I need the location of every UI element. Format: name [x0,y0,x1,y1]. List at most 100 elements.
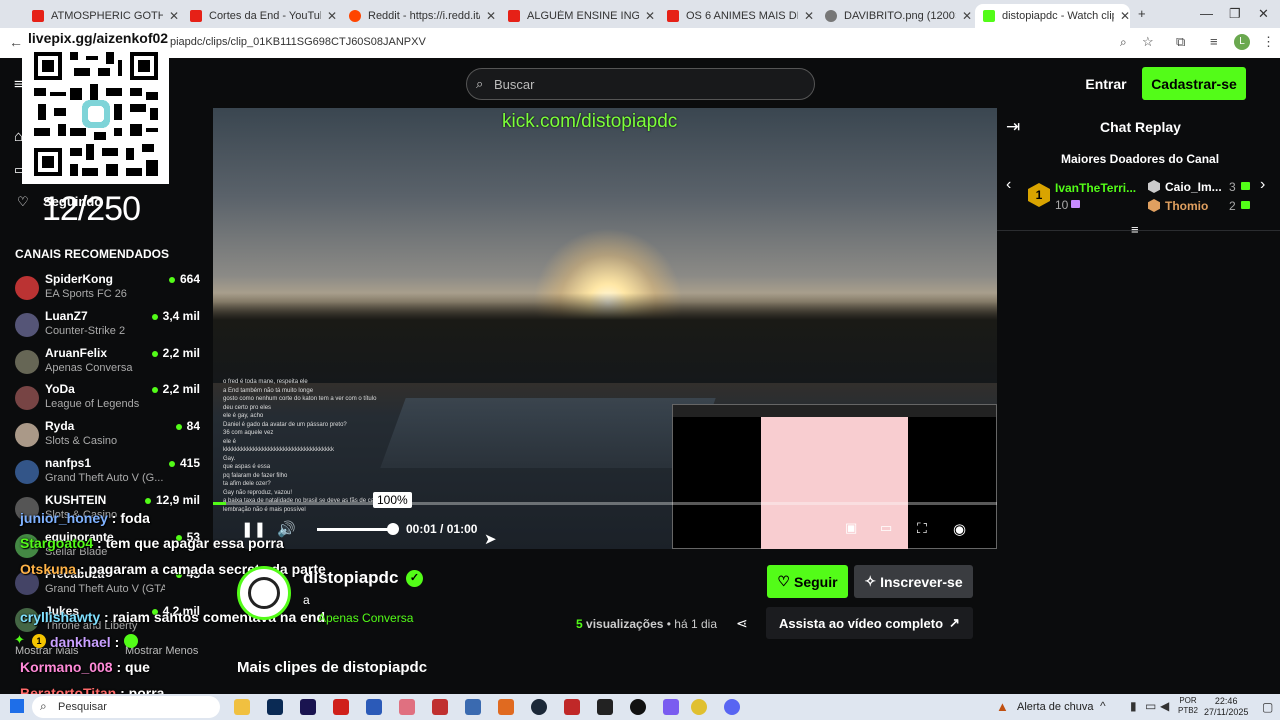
donor-name[interactable]: Caio_Im... [1165,180,1222,194]
media-icon[interactable]: ≡ [1210,34,1218,49]
url-field[interactable]: piapdc/clips/clip_01KB111SG698CTJ60S08JA… [170,36,426,48]
more-clips-heading: Mais clipes de distopiapdc [237,659,428,676]
weather-text[interactable]: Alerta de chuva [1017,701,1093,713]
search-input[interactable]: ⌕ Buscar [466,68,815,100]
channel-name: Ryda [45,419,75,433]
photoshop-icon[interactable] [267,699,283,715]
fullscreen-icon[interactable]: ⛶ [917,520,927,537]
close-icon[interactable]: ✕ [486,9,496,23]
app-icon[interactable] [465,699,481,715]
close-icon[interactable]: ✕ [962,9,972,23]
browser-tab[interactable]: Cortes da End - YouTube ✕ [182,4,337,28]
video-chat-line: ta afim dele ozer? [223,481,271,487]
maximize-icon[interactable]: ❐ [1229,6,1241,22]
speed-icon[interactable]: ◉ [953,520,966,538]
mic-icon[interactable]: ▮ [1130,699,1137,713]
browser-tab-active[interactable]: distopiapdc - Watch clips o✕ [975,4,1130,28]
app-icon[interactable] [498,699,514,715]
file-explorer-icon[interactable] [234,699,250,715]
subscribe-button[interactable]: ✧ Inscrever-se [854,565,973,598]
channel-avatar [15,313,39,337]
tray-chevron-icon[interactable]: ^ [1100,699,1106,713]
close-icon[interactable]: ✕ [327,9,337,23]
channel-item[interactable]: LuanZ7 Counter-Strike 2 3,4 mil [15,308,200,344]
live-dot-icon [175,423,182,430]
app-icon[interactable] [432,699,448,715]
windows-start-icon[interactable] [10,699,24,713]
extensions-icon[interactable]: ⧉ [1176,34,1185,50]
close-icon[interactable]: ✕ [804,9,814,23]
app-icon[interactable] [564,699,580,715]
close-window-icon[interactable]: ✕ [1258,6,1269,22]
volume-slider[interactable] [317,523,399,535]
chat-replay-title: Chat Replay [1100,119,1181,135]
close-icon[interactable]: ✕ [169,9,179,23]
channel-avatar[interactable] [237,566,291,620]
show-less-button[interactable]: Mostrar Menos [125,645,198,657]
close-icon[interactable]: ✕ [645,9,655,23]
network-icon[interactable]: ▭ [1145,699,1156,713]
filter-icon[interactable]: ≡ [1131,222,1139,237]
taskbar-search[interactable]: ⌕ Pesquisar [32,696,220,718]
app-icon[interactable] [630,699,646,715]
zoom-icon[interactable]: ⌕ [1120,35,1127,50]
browser-tab[interactable]: OS 6 ANIMES MAIS DIFERENTE✕ [659,4,814,28]
donor-name[interactable]: Thomio [1165,199,1208,213]
channel-avatar [15,423,39,447]
volume-knob[interactable] [387,523,399,535]
new-tab-icon[interactable]: + [1138,6,1146,21]
video-pool [380,398,716,468]
close-icon[interactable]: ✕ [1120,9,1130,23]
chat-username: Kormano_008 [20,659,113,675]
chevron-left-icon[interactable]: ‹ [1006,176,1011,194]
chevron-right-icon[interactable]: › [1260,176,1265,194]
acrobat-icon[interactable] [333,699,349,715]
clock[interactable]: 22:46 27/11/2025 [1204,696,1248,718]
channel-item[interactable]: YoDa League of Legends 2,2 mil [15,381,200,417]
channel-viewers: 3,4 mil [151,309,200,323]
word-icon[interactable] [366,699,382,715]
follow-button[interactable]: ♡ Seguir [767,565,848,598]
menu-dots-icon[interactable]: ⋮ [1262,34,1275,50]
video-pip-window [672,404,997,549]
channel-name: SpiderKong [45,272,113,286]
back-arrow-icon[interactable]: ← [9,34,23,50]
obs-icon[interactable] [597,699,613,715]
login-button[interactable]: Entrar [1078,68,1134,100]
collapse-chat-icon[interactable]: ⇥ [1006,117,1020,137]
theater-mode-icon[interactable]: ▭ [880,520,892,536]
app-icon[interactable] [663,699,679,715]
browser-tab[interactable]: Reddit - https://i.redd.it/wsnbn✕ [341,4,496,28]
share-icon[interactable]: ⋖ [736,615,748,632]
video-progress-bar[interactable] [213,502,997,505]
qr-link-text: livepix.gg/aizenkof02 [28,30,169,46]
profile-avatar[interactable]: L [1234,34,1250,50]
browser-tab[interactable]: ATMOSPHERIC GOTHIC HO✕ [24,4,179,28]
discord-icon[interactable] [724,699,740,715]
video-player[interactable]: kick.com/distopiapdc o fred é toda mane,… [213,108,997,549]
channel-item[interactable]: Ryda Slots & Casino 84 [15,418,200,454]
channel-item[interactable]: SpiderKong EA Sports FC 26 664 [15,271,200,307]
minimize-icon[interactable]: — [1200,6,1213,21]
notifications-icon[interactable]: ▢ [1262,700,1273,714]
gift-icon [1241,182,1250,190]
bookmark-star-icon[interactable]: ☆ [1142,34,1154,50]
watch-full-video-button[interactable]: Assista ao vídeo completo ↗ [766,607,973,639]
channel-name: LuanZ7 [45,309,88,323]
language-indicator[interactable]: POR PTB2 [1178,696,1198,716]
premiere-icon[interactable] [300,699,316,715]
pip-icon[interactable]: ▣ [845,520,857,536]
chrome-icon[interactable] [691,699,707,715]
clip-category[interactable]: Apenas Conversa [318,611,413,625]
signup-button[interactable]: Cadastrar-se [1142,67,1246,100]
browser-tab[interactable]: DAVIBRITO.png (1200×2557)✕ [817,4,972,28]
speaker-icon[interactable]: ◀ [1160,699,1169,713]
channel-item[interactable]: AruanFelix Apenas Conversa 2,2 mil [15,345,200,381]
steam-icon[interactable] [531,699,547,715]
donor-name[interactable]: IvanTheTerri... [1055,181,1136,195]
app-icon[interactable] [399,699,415,715]
channel-item[interactable]: nanfps1 Grand Theft Auto V (G... 415 [15,455,200,491]
browser-tab[interactable]: ALGUÉM ENSINE INGLÊS BÁSIC✕ [500,4,655,28]
channel-game: Slots & Casino [45,435,118,447]
channel-name[interactable]: distopiapdc [303,568,398,588]
